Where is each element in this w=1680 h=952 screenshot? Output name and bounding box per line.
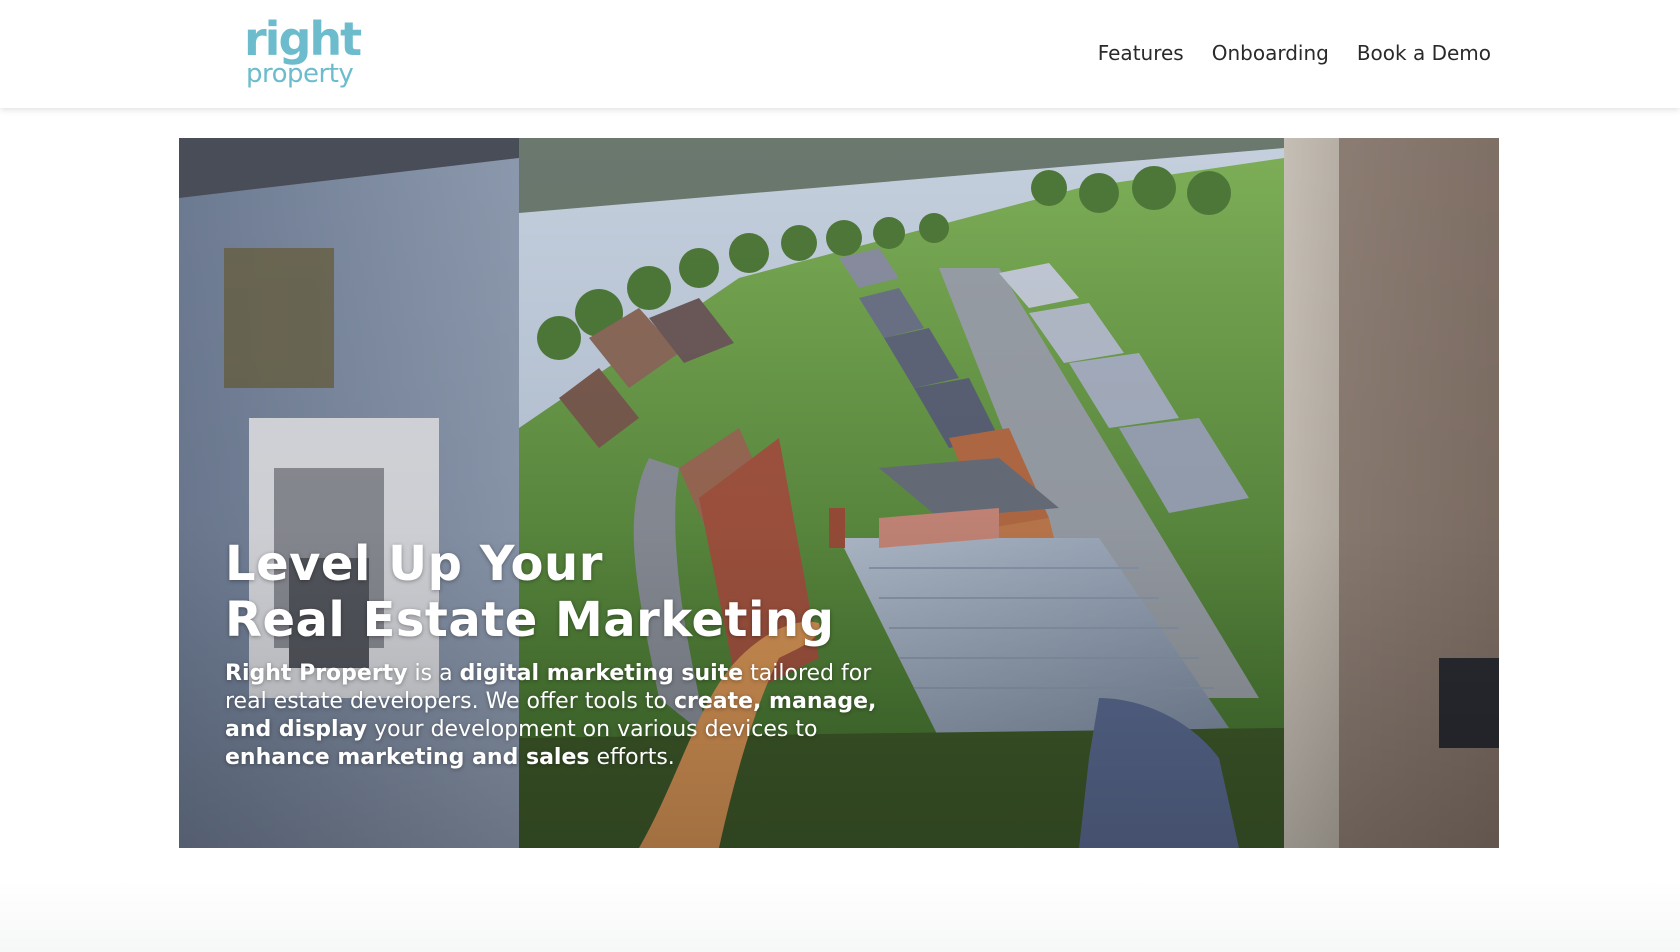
main-nav: Features Onboarding Book a Demo <box>1098 38 1491 68</box>
logo[interactable]: right property <box>244 14 362 90</box>
hero-title-line-2: Real Estate Marketing <box>225 592 835 648</box>
logo-word-property: property <box>246 59 354 89</box>
hero-desc-text-3: your development on various devices to <box>367 717 818 742</box>
logo-word-right: right <box>244 12 362 66</box>
nav-link-features[interactable]: Features <box>1098 38 1184 68</box>
nav-link-onboarding[interactable]: Onboarding <box>1212 38 1329 68</box>
hero-desc-emphasis-1: digital marketing suite <box>459 661 744 686</box>
hero-title: Level Up Your Real Estate Marketing <box>225 536 905 648</box>
hero-description: Right Property is a digital marketing su… <box>225 660 905 772</box>
hero-title-line-1: Level Up Your <box>225 536 603 592</box>
page: right property Features Onboarding Book … <box>0 0 1680 952</box>
hero-desc-brand: Right Property <box>225 661 408 686</box>
nav-link-book-a-demo[interactable]: Book a Demo <box>1357 38 1491 68</box>
next-section-edge <box>0 880 1680 952</box>
hero-desc-text-1: is a <box>407 661 460 686</box>
hero-text-block: Level Up Your Real Estate Marketing Righ… <box>225 536 905 772</box>
site-header: right property Features Onboarding Book … <box>0 0 1680 108</box>
hero-desc-text-4: efforts. <box>589 745 675 770</box>
hero-desc-emphasis-3: enhance marketing and sales <box>225 745 590 770</box>
hero-section: Level Up Your Real Estate Marketing Righ… <box>179 138 1499 848</box>
